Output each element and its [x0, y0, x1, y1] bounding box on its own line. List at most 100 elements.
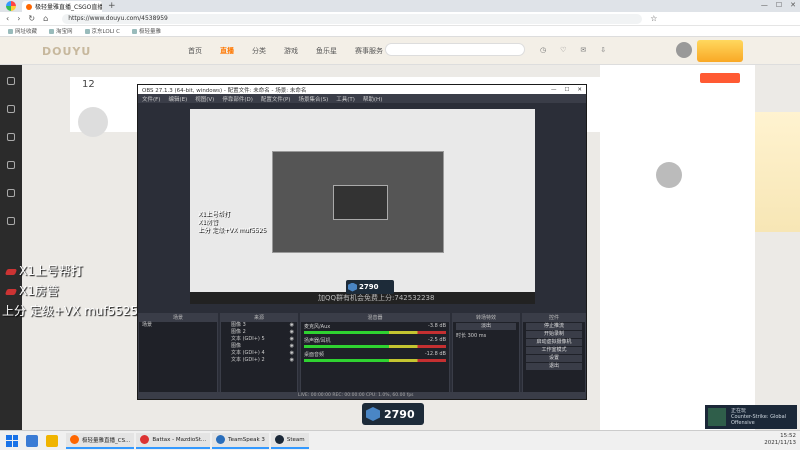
url-input[interactable]: https://www.douyu.com/4538959	[62, 13, 643, 24]
source-item[interactable]: 图像 3 ◉	[221, 322, 297, 329]
message-icon[interactable]: ✉	[580, 46, 586, 54]
stop-stream-button[interactable]: 停止推流	[526, 323, 582, 330]
eye-icon[interactable]: ◉	[290, 357, 294, 364]
source-item[interactable]: 图像 ◉	[221, 343, 297, 350]
sidebar-icon[interactable]	[7, 189, 15, 197]
nav-item[interactable]: 游戏	[284, 46, 298, 56]
follow-button[interactable]	[700, 73, 740, 83]
nav-item[interactable]: 分类	[252, 46, 266, 56]
taskbar-app[interactable]: Steam	[270, 432, 309, 449]
home-icon[interactable]: ⌂	[43, 14, 48, 23]
eye-icon[interactable]: ◉	[290, 336, 294, 343]
site-logo[interactable]: DOUYU	[42, 45, 91, 58]
browser-tab-active[interactable]: 极轻量雅直播_CSGO直播_t ✕	[22, 1, 102, 12]
sidebar-icon[interactable]	[7, 217, 15, 225]
source-item[interactable]: 文本 (GDI+) 2 ◉	[221, 357, 297, 364]
obs-window: OBS 27.1.3 (64-bit, windows) - 配置文件: 未命名…	[137, 84, 587, 400]
sidebar-icon[interactable]	[7, 161, 15, 169]
obs-menu-item[interactable]: 视图(V)	[195, 95, 214, 103]
back-icon[interactable]: ‹	[6, 14, 9, 23]
start-icon[interactable]	[6, 434, 18, 447]
nav-item[interactable]: 首页	[188, 46, 202, 56]
source-item[interactable]: 文本 (GDI+) 4 ◉	[221, 350, 297, 357]
taskbar: 极轻量雅直播_CS... Battax - MazdioSt... TeamSp…	[0, 430, 800, 450]
mixer-channel[interactable]: 桌面音频 -12.8 dB	[301, 350, 449, 364]
start-record-button[interactable]: 开始录制	[526, 331, 582, 338]
nav-item-live[interactable]: 直播	[220, 46, 234, 56]
site-search-input[interactable]	[385, 43, 525, 56]
browser-logo-icon[interactable]	[6, 1, 16, 11]
bookmark-item[interactable]: 淘宝网	[49, 27, 73, 35]
transitions-dock: 转场特效 淡出 时长 300 ms	[452, 313, 520, 393]
taskbar-app[interactable]: Battax - MazdioSt...	[136, 432, 211, 449]
obs-menu-item[interactable]: 工具(T)	[336, 95, 355, 103]
sidebar-icon[interactable]	[7, 105, 15, 113]
settings-button[interactable]: 设置	[526, 355, 582, 362]
user-avatar[interactable]	[676, 42, 692, 58]
duration-input[interactable]: 300 ms	[468, 333, 487, 339]
minimize-icon[interactable]: —	[761, 1, 768, 9]
follow-icon[interactable]: ♡	[560, 46, 566, 54]
obs-menu-item[interactable]: 配置文件(P)	[261, 95, 291, 103]
taskbar-app[interactable]: TeamSpeak 3	[212, 432, 269, 449]
studio-mode-button[interactable]: 工作室模式	[526, 347, 582, 354]
duration-row: 时长 300 ms	[456, 333, 487, 339]
reload-icon[interactable]: ↻	[28, 14, 35, 23]
nav-item[interactable]: 赛事服务	[355, 46, 383, 56]
eye-icon[interactable]: ◉	[290, 322, 294, 329]
anchor-avatar[interactable]	[78, 107, 108, 137]
window-controls: — ☐ ✕	[761, 1, 796, 9]
mixer-channel[interactable]: 麦克风/Aux -3.8 dB	[301, 322, 449, 336]
obs-minimize-icon[interactable]: —	[551, 87, 557, 93]
sidebar-icon[interactable]	[7, 77, 15, 85]
extensions-icon[interactable]: ☆	[650, 14, 657, 23]
bookmark-item[interactable]: 极轻量雅	[132, 27, 161, 35]
download-icon[interactable]: ⇩	[600, 46, 606, 54]
obs-menu-item[interactable]: 文件(F)	[142, 95, 160, 103]
obs-menu-item[interactable]: 停靠部件(D)	[222, 95, 253, 103]
controls-dock: 控件 停止推流 开始录制 启动虚拟摄像机 工作室模式 设置 退出	[522, 313, 586, 393]
obs-menu-item[interactable]: 编辑(E)	[168, 95, 187, 103]
new-tab-button[interactable]: +	[108, 1, 116, 11]
maximize-icon[interactable]: ☐	[776, 1, 782, 9]
virtual-camera-button[interactable]: 启动虚拟摄像机	[526, 339, 582, 346]
eye-icon[interactable]: ◉	[290, 350, 294, 357]
side-promo[interactable]	[755, 112, 800, 232]
transitions-header: 转场特效	[453, 314, 519, 322]
obs-close-icon[interactable]: ✕	[577, 87, 582, 93]
transition-select[interactable]: 淡出	[456, 323, 516, 330]
folder-icon[interactable]	[46, 434, 58, 447]
mixer-channel[interactable]: 扬声器/耳机 -2.5 dB	[301, 336, 449, 350]
sidebar-icon[interactable]	[7, 133, 15, 141]
history-icon[interactable]: ◷	[540, 46, 546, 54]
obs-menu-item[interactable]: 场景集合(S)	[298, 95, 328, 103]
obs-preview[interactable]: X1上号帮打 X1房管 上分 定级+VX muf5525	[190, 109, 535, 304]
source-item[interactable]: 文本 (GDI+) 5 ◉	[221, 336, 297, 343]
obs-menu-bar: 文件(F) 编辑(E) 视图(V) 停靠部件(D) 配置文件(P) 场景集合(S…	[138, 94, 586, 103]
scenes-header: 场景	[139, 314, 217, 322]
overlay-line-1: X1上号帮打	[4, 262, 83, 279]
sources-dock: 来源 图像 3 ◉ 图像 2 ◉ 文本 (GDI+) 5 ◉ 图像 ◉ 文本 (GDI+…	[220, 313, 298, 393]
bookmark-item[interactable]: 网址收藏	[8, 27, 37, 35]
eye-icon[interactable]: ◉	[290, 343, 294, 350]
nav-item[interactable]: 鱼乐星	[316, 46, 337, 56]
exit-button[interactable]: 退出	[526, 363, 582, 370]
rank-hex-icon	[348, 282, 357, 292]
system-tray-clock[interactable]: 15:52 2021/11/13	[764, 433, 796, 447]
source-item[interactable]: 图像 2 ◉	[221, 329, 297, 336]
browser-icon	[70, 435, 79, 444]
bookmark-item[interactable]: 京东LOLI C	[85, 27, 120, 35]
forward-icon[interactable]: ›	[17, 14, 20, 23]
promo-banner[interactable]	[697, 40, 743, 62]
game-notification[interactable]: 正在玩 Counter-Strike: Global Offensive	[705, 405, 797, 429]
scene-item[interactable]: 场景	[139, 322, 217, 329]
taskbar-app[interactable]: 极轻量雅直播_CS...	[66, 432, 135, 449]
obs-maximize-icon[interactable]: ☐	[564, 87, 569, 93]
close-window-icon[interactable]: ✕	[790, 1, 796, 9]
douyu-favicon-icon	[26, 3, 32, 10]
edge-icon[interactable]	[26, 434, 38, 447]
eye-icon[interactable]: ◉	[290, 329, 294, 336]
anchor-profile-avatar[interactable]	[656, 162, 682, 188]
preview-overlay-text: X1上号帮打 X1房管 上分 定级+VX muf5525	[198, 211, 267, 234]
obs-menu-item[interactable]: 帮助(H)	[363, 95, 382, 103]
